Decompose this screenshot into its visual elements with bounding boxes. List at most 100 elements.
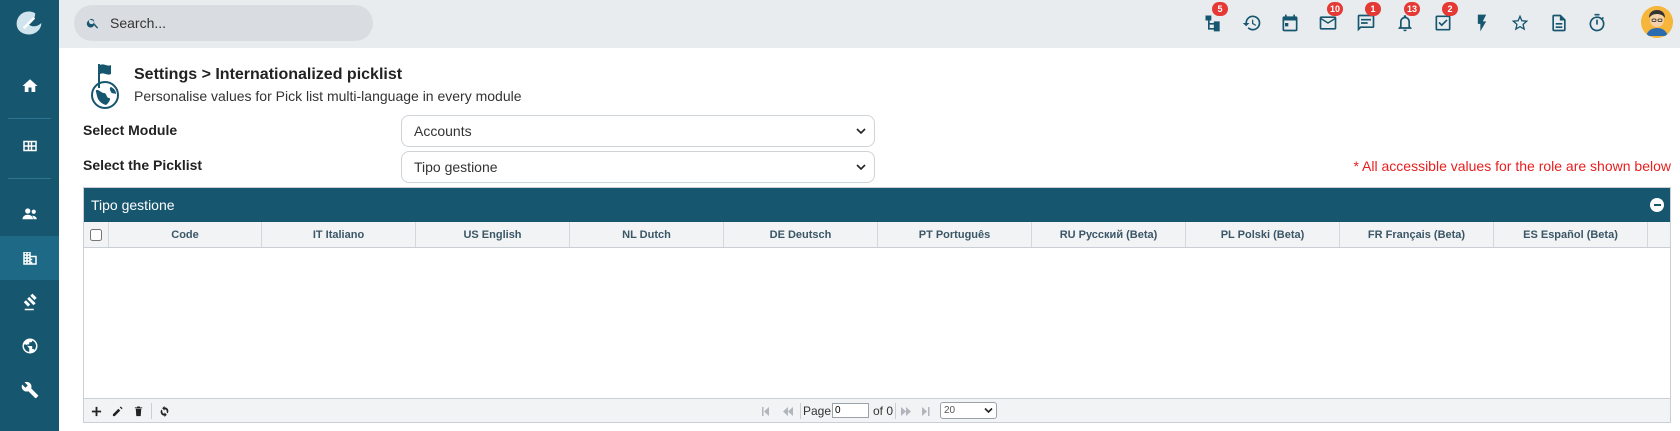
favorites-button[interactable]	[1507, 10, 1533, 36]
module-label: Select Module	[83, 122, 178, 138]
timer-button[interactable]	[1584, 10, 1610, 36]
history-icon	[1242, 15, 1261, 31]
first-page-button[interactable]	[759, 404, 773, 418]
column-header-de[interactable]: DE Deutsch	[724, 222, 878, 247]
minus-icon	[1653, 204, 1661, 206]
next-page-icon	[900, 406, 911, 416]
edit-row-button[interactable]	[110, 404, 124, 418]
column-header-code[interactable]: Code	[109, 222, 262, 247]
hierarchy-badge: 5	[1212, 2, 1228, 16]
last-page-button[interactable]	[918, 404, 932, 418]
sidebar-item-legal[interactable]	[0, 280, 59, 324]
notifications-button[interactable]: 13	[1392, 2, 1421, 36]
document-icon	[1552, 14, 1566, 32]
column-header-it[interactable]: IT Italiano	[262, 222, 416, 247]
chevron-down-icon	[984, 407, 993, 414]
mail-badge: 10	[1327, 2, 1344, 16]
page-title: Settings > Internationalized picklist	[134, 66, 403, 83]
sidebar-item-globe[interactable]	[0, 324, 59, 368]
search-input[interactable]	[110, 15, 360, 31]
checklist-icon	[1435, 15, 1451, 31]
add-row-button[interactable]	[89, 404, 103, 418]
grid-body	[84, 248, 1670, 398]
grid-caption: Tipo gestione	[84, 188, 1670, 222]
search-icon	[86, 18, 99, 29]
picklist-select[interactable]: Tipo gestione	[401, 151, 875, 183]
select-all-checkbox[interactable]	[90, 228, 102, 241]
sidebar	[0, 0, 59, 431]
tasks-badge: 2	[1442, 2, 1458, 16]
page-subtitle: Personalise values for Pick list multi-l…	[134, 88, 522, 104]
page-size-select[interactable]: 20	[940, 402, 997, 419]
stopwatch-icon	[1589, 13, 1605, 32]
sidebar-item-accounts[interactable]	[0, 236, 59, 280]
picklist-select-value: Tipo gestione	[414, 159, 498, 175]
mail-icon	[1319, 16, 1337, 30]
column-header-pl[interactable]: PL Polski (Beta)	[1186, 222, 1340, 247]
trash-icon	[134, 405, 142, 416]
sidebar-item-tools[interactable]	[0, 368, 59, 412]
collapse-grid-button[interactable]	[1650, 198, 1664, 212]
role-notice: * All accessible values for the role are…	[1353, 158, 1671, 174]
calendar-button[interactable]	[1277, 10, 1303, 36]
prev-page-icon	[782, 406, 793, 416]
page-size-value: 20	[944, 405, 956, 416]
refresh-icon	[160, 405, 168, 417]
globe-icon	[22, 338, 37, 354]
grid-title: Tipo gestione	[91, 197, 175, 213]
select-all-cell	[84, 222, 109, 247]
calendar-icon	[1282, 14, 1298, 32]
column-header-es[interactable]: ES Español (Beta)	[1494, 222, 1648, 247]
chevron-down-icon	[856, 164, 866, 171]
grid-icon	[22, 140, 37, 152]
pencil-icon	[112, 405, 123, 416]
refresh-button[interactable]	[157, 404, 171, 418]
next-page-button[interactable]	[899, 404, 913, 418]
column-header-us[interactable]: US English	[416, 222, 570, 247]
column-header-nl[interactable]: NL Dutch	[570, 222, 724, 247]
users-icon	[22, 208, 37, 220]
delete-row-button[interactable]	[131, 404, 145, 418]
sidebar-item-apps[interactable]	[0, 124, 59, 168]
column-header-pt[interactable]: PT Português	[878, 222, 1032, 247]
hierarchy-icon	[1205, 15, 1220, 32]
sidebar-item-contacts[interactable]	[0, 192, 59, 236]
page-total: of 0	[873, 404, 894, 418]
module-select[interactable]: Accounts	[401, 115, 875, 147]
search-box[interactable]	[74, 5, 373, 41]
user-avatar[interactable]	[1641, 6, 1673, 38]
page-number-input[interactable]	[832, 403, 869, 418]
page-label: Page	[803, 404, 832, 418]
building-icon	[22, 252, 37, 265]
chat-badge: 1	[1365, 2, 1381, 16]
module-select-value: Accounts	[414, 123, 472, 139]
sidebar-item-home[interactable]	[0, 64, 59, 108]
chat-button[interactable]: 1	[1353, 2, 1381, 36]
picklist-label: Select the Picklist	[83, 157, 203, 173]
bell-icon	[1398, 15, 1412, 32]
lightning-icon	[1477, 14, 1487, 32]
column-header-ru[interactable]: RU Русский (Beta)	[1032, 222, 1186, 247]
quick-actions-button[interactable]	[1469, 10, 1495, 36]
app-logo-icon[interactable]	[12, 8, 46, 38]
last-page-icon	[921, 406, 929, 416]
star-icon	[1511, 14, 1529, 31]
home-icon	[22, 79, 37, 92]
column-header-fr[interactable]: FR Français (Beta)	[1340, 222, 1494, 247]
wrench-icon	[21, 381, 38, 399]
top-bar: 5 10 1 13 2	[59, 0, 1680, 48]
grid-pager: Page of 0 20	[84, 398, 1670, 422]
picklist-grid: Tipo gestione Code IT Italiano US Englis…	[83, 187, 1671, 423]
history-button[interactable]	[1239, 10, 1265, 36]
hierarchy-button[interactable]: 5	[1200, 2, 1228, 36]
tasks-button[interactable]: 2	[1430, 2, 1458, 36]
gavel-icon	[23, 293, 37, 311]
notifications-badge: 13	[1404, 2, 1421, 16]
prev-page-button[interactable]	[781, 404, 795, 418]
chat-icon	[1357, 14, 1375, 32]
globe-flag-icon	[87, 62, 123, 110]
mail-button[interactable]: 10	[1315, 2, 1344, 36]
grid-header-row: Code IT Italiano US English NL Dutch DE …	[84, 222, 1670, 248]
documents-button[interactable]	[1546, 10, 1572, 36]
plus-icon	[91, 406, 101, 416]
